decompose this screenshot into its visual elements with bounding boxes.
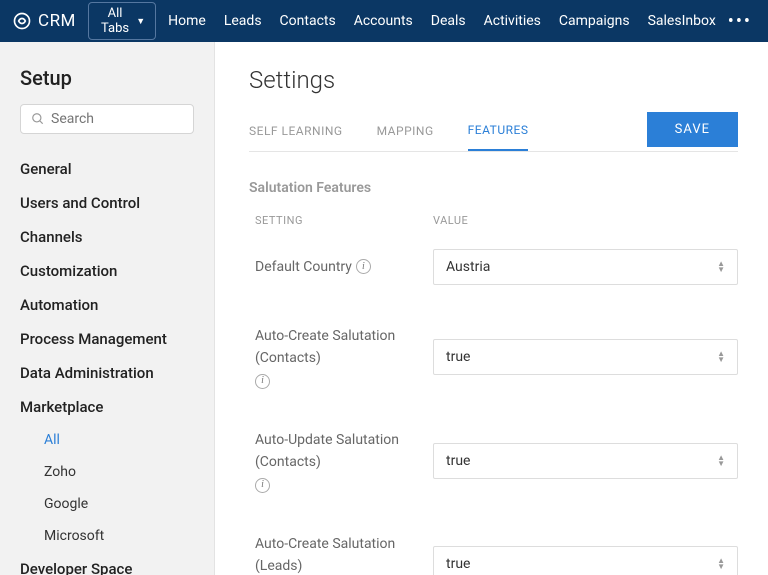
- sidebar-item-channels[interactable]: Channels: [0, 220, 214, 254]
- select-value: true: [446, 556, 470, 572]
- settings-list: Default Country i Austria ▲▼ Auto-Create…: [249, 249, 738, 575]
- sidebar-list: General Users and Control Channels Custo…: [0, 152, 214, 575]
- setup-sidebar: Setup General Users and Control Channels…: [0, 42, 215, 575]
- setting-label: Auto-Update Salutation (Contacts) i: [249, 429, 433, 493]
- sidebar-item-customization[interactable]: Customization: [0, 254, 214, 288]
- tab-self-learning[interactable]: SELF LEARNING: [249, 118, 343, 150]
- sidebar-sub-google[interactable]: Google: [0, 488, 214, 520]
- nav-accounts[interactable]: Accounts: [354, 13, 413, 29]
- setting-row-default-country: Default Country i Austria ▲▼: [249, 249, 738, 285]
- sidebar-title: Setup: [0, 66, 214, 104]
- sidebar-item-process-management[interactable]: Process Management: [0, 322, 214, 356]
- sidebar-item-automation[interactable]: Automation: [0, 288, 214, 322]
- setting-select-auto-create-contacts[interactable]: true ▲▼: [433, 339, 738, 375]
- nav-contacts[interactable]: Contacts: [280, 13, 336, 29]
- info-icon[interactable]: i: [356, 259, 371, 274]
- nav-deals[interactable]: Deals: [431, 13, 466, 29]
- select-value: Austria: [446, 259, 490, 275]
- select-caret-icon: ▲▼: [717, 351, 725, 363]
- top-navbar: CRM All Tabs ▼ Home Leads Contacts Accou…: [0, 0, 768, 42]
- col-header-setting: SETTING: [249, 214, 433, 227]
- main-area: Setup General Users and Control Channels…: [0, 42, 768, 575]
- sidebar-item-marketplace[interactable]: Marketplace: [0, 390, 214, 424]
- column-headers: SETTING VALUE: [249, 214, 738, 227]
- sidebar-item-data-administration[interactable]: Data Administration: [0, 356, 214, 390]
- select-value: true: [446, 453, 470, 469]
- sidebar-sub-all[interactable]: All: [0, 424, 214, 456]
- select-caret-icon: ▲▼: [717, 455, 725, 467]
- nav-links: Home Leads Contacts Accounts Deals Activ…: [168, 13, 716, 29]
- nav-salesinbox[interactable]: SalesInbox: [648, 13, 716, 29]
- sidebar-sub-zoho[interactable]: Zoho: [0, 456, 214, 488]
- save-button[interactable]: SAVE: [647, 112, 738, 147]
- info-icon[interactable]: i: [255, 374, 270, 389]
- setting-row-auto-update-contacts: Auto-Update Salutation (Contacts) i true…: [249, 429, 738, 493]
- nav-campaigns[interactable]: Campaigns: [559, 13, 630, 29]
- brand: CRM: [12, 11, 76, 31]
- col-header-value: VALUE: [433, 214, 468, 227]
- setting-select-auto-create-leads[interactable]: true ▲▼: [433, 546, 738, 575]
- chevron-down-icon: ▼: [136, 16, 145, 27]
- sidebar-search[interactable]: [20, 104, 194, 134]
- sidebar-item-developer-space[interactable]: Developer Space: [0, 552, 214, 575]
- settings-tabs: SELF LEARNING MAPPING FEATURES SAVE: [249, 116, 738, 152]
- section-heading: Salutation Features: [249, 180, 738, 196]
- sidebar-sub-microsoft[interactable]: Microsoft: [0, 520, 214, 552]
- tab-features[interactable]: FEATURES: [468, 117, 529, 151]
- select-value: true: [446, 349, 470, 365]
- sidebar-search-input[interactable]: [51, 111, 183, 127]
- nav-home[interactable]: Home: [168, 13, 206, 29]
- all-tabs-button[interactable]: All Tabs ▼: [88, 2, 156, 40]
- more-menu-icon[interactable]: •••: [728, 11, 756, 32]
- setting-select-auto-update-contacts[interactable]: true ▲▼: [433, 443, 738, 479]
- setting-label: Default Country i: [249, 256, 433, 278]
- nav-leads[interactable]: Leads: [224, 13, 262, 29]
- all-tabs-label: All Tabs: [99, 6, 131, 36]
- info-icon[interactable]: i: [255, 478, 270, 493]
- setting-label: Auto-Create Salutation (Contacts) i: [249, 325, 433, 389]
- content-area: Settings SELF LEARNING MAPPING FEATURES …: [215, 42, 768, 575]
- search-icon: [31, 112, 45, 126]
- tab-mapping[interactable]: MAPPING: [377, 118, 434, 150]
- page-title: Settings: [249, 66, 738, 94]
- setting-select-default-country[interactable]: Austria ▲▼: [433, 249, 738, 285]
- select-caret-icon: ▲▼: [717, 261, 725, 273]
- brand-logo-icon: [12, 11, 32, 31]
- select-caret-icon: ▲▼: [717, 558, 725, 570]
- nav-activities[interactable]: Activities: [484, 13, 541, 29]
- sidebar-item-general[interactable]: General: [0, 152, 214, 186]
- setting-row-auto-create-leads: Auto-Create Salutation (Leads) i true ▲▼: [249, 533, 738, 575]
- setting-label: Auto-Create Salutation (Leads) i: [249, 533, 433, 575]
- brand-text: CRM: [38, 11, 76, 31]
- sidebar-item-users-control[interactable]: Users and Control: [0, 186, 214, 220]
- setting-row-auto-create-contacts: Auto-Create Salutation (Contacts) i true…: [249, 325, 738, 389]
